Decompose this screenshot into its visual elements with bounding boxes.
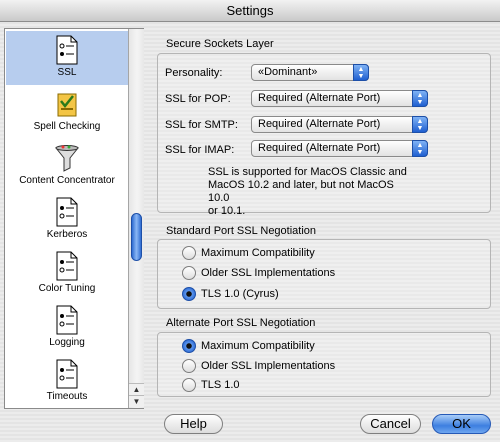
pop-value: Required (Alternate Port) bbox=[258, 92, 381, 104]
standard-group-title: Standard Port SSL Negotiation bbox=[166, 225, 317, 237]
note-line: or 10.1. bbox=[208, 205, 246, 217]
sidebar-item-label: SSL bbox=[57, 67, 77, 78]
radio-label: Maximum Compatibility bbox=[201, 247, 315, 259]
cancel-button[interactable]: Cancel bbox=[360, 414, 421, 434]
sidebar-item-logging[interactable]: Logging bbox=[6, 301, 128, 355]
sidebar-item-ssl[interactable]: SSL bbox=[6, 31, 128, 85]
sidebar-item-label: Timeouts bbox=[46, 391, 88, 402]
radio-button[interactable] bbox=[182, 246, 196, 260]
sidebar-item-color-tuning[interactable]: Color Tuning bbox=[6, 247, 128, 301]
sidebar-item-label: Content Concentrator bbox=[19, 175, 115, 186]
scroll-up-arrow-icon[interactable]: ▲ bbox=[129, 383, 144, 395]
popup-arrows-icon: ▲ ▼ bbox=[412, 116, 428, 133]
ssl-support-note: SSL is supported for MacOS Classic and M… bbox=[208, 166, 408, 218]
sidebar-item-kerberos[interactable]: Kerberos bbox=[6, 193, 128, 247]
sidebar-scrollbar[interactable]: ▲ ▼ bbox=[128, 29, 144, 408]
spell-checking-icon bbox=[57, 93, 77, 117]
window-title: Settings bbox=[0, 0, 500, 22]
ssl-group-title: Secure Sockets Layer bbox=[166, 38, 274, 50]
help-button[interactable]: Help bbox=[164, 414, 223, 434]
sidebar-item-timeouts[interactable]: Timeouts bbox=[6, 355, 128, 409]
pop-popup[interactable]: Required (Alternate Port) ▲ ▼ bbox=[251, 90, 428, 107]
kerberos-icon bbox=[56, 197, 78, 227]
scroll-thumb[interactable] bbox=[131, 213, 142, 261]
sidebar-item-label: Logging bbox=[49, 337, 85, 348]
sidebar-item-label: Kerberos bbox=[46, 229, 88, 240]
radio-label: TLS 1.0 bbox=[201, 379, 240, 391]
personality-popup[interactable]: «Dominant» ▲ ▼ bbox=[251, 64, 369, 81]
imap-popup[interactable]: Required (Alternate Port) ▲ ▼ bbox=[251, 140, 428, 157]
popup-arrows-icon: ▲ ▼ bbox=[412, 140, 428, 157]
sidebar-item-spell-checking[interactable]: Spell Checking bbox=[6, 85, 128, 139]
logging-icon bbox=[56, 305, 78, 335]
timeouts-icon bbox=[56, 359, 78, 389]
personality-value: «Dominant» bbox=[258, 66, 318, 78]
sidebar: SSL Spell Checking Content Concentrator bbox=[4, 28, 144, 409]
popup-arrows-icon: ▲ ▼ bbox=[353, 64, 369, 81]
radio-label: Maximum Compatibility bbox=[201, 340, 315, 352]
color-tuning-icon bbox=[56, 251, 78, 281]
smtp-value: Required (Alternate Port) bbox=[258, 118, 381, 130]
radio-button[interactable] bbox=[182, 378, 196, 392]
radio-label: Older SSL Implementations bbox=[201, 267, 336, 279]
note-line: MacOS 10.2 and later, but not MacOS 10.0 bbox=[208, 179, 394, 204]
radio-button[interactable] bbox=[182, 359, 196, 373]
scroll-down-arrow-icon[interactable]: ▼ bbox=[129, 395, 144, 407]
personality-label: Personality: bbox=[165, 67, 223, 79]
content-concentrator-icon bbox=[55, 145, 79, 172]
settings-window: Settings SSL Spell Checking Content Conc… bbox=[0, 0, 500, 442]
sidebar-item-content-concentrator[interactable]: Content Concentrator bbox=[6, 139, 128, 193]
pop-label: SSL for POP: bbox=[165, 93, 231, 105]
radio-label: TLS 1.0 (Cyrus) bbox=[201, 288, 279, 300]
sidebar-item-label: Spell Checking bbox=[33, 121, 101, 132]
smtp-label: SSL for SMTP: bbox=[165, 119, 238, 131]
ok-button[interactable]: OK bbox=[432, 414, 491, 434]
imap-value: Required (Alternate Port) bbox=[258, 142, 381, 154]
ssl-icon bbox=[56, 35, 78, 65]
popup-arrows-icon: ▲ ▼ bbox=[412, 90, 428, 107]
smtp-popup[interactable]: Required (Alternate Port) ▲ ▼ bbox=[251, 116, 428, 133]
radio-button[interactable] bbox=[182, 266, 196, 280]
radio-label: Older SSL Implementations bbox=[201, 360, 336, 372]
radio-button[interactable] bbox=[182, 339, 196, 353]
imap-label: SSL for IMAP: bbox=[165, 144, 235, 156]
sidebar-item-label: Color Tuning bbox=[38, 283, 96, 294]
radio-button[interactable] bbox=[182, 287, 196, 301]
alternate-group-title: Alternate Port SSL Negotiation bbox=[166, 317, 316, 329]
note-line: SSL is supported for MacOS Classic and bbox=[208, 166, 407, 178]
